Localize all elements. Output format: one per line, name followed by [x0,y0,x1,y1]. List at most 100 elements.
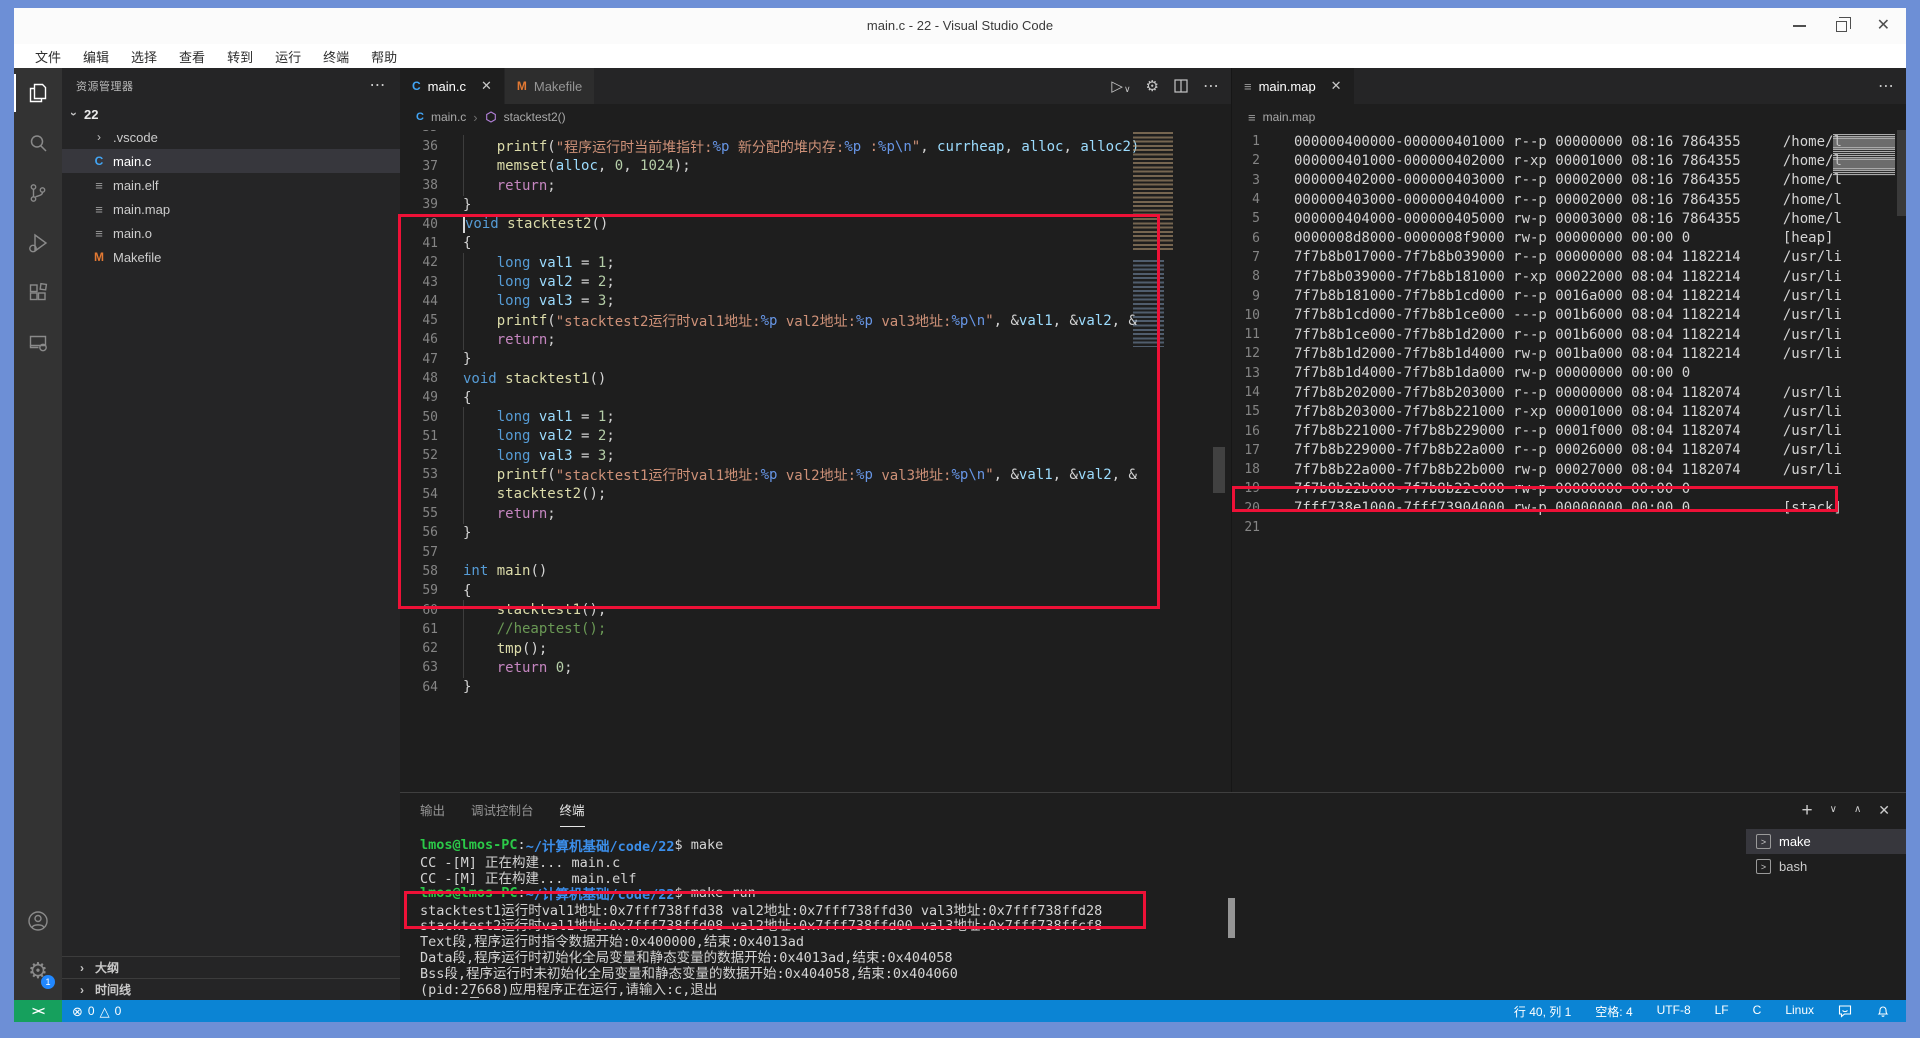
map-line[interactable]: 197f7b8b22b000-7f7b8b22c000 rw-p 0000000… [1232,479,1906,498]
config-gear-icon[interactable]: ⚙ [1146,77,1159,95]
code-line[interactable]: 47} [400,350,1147,369]
minimize-icon[interactable] [1793,25,1806,27]
code-line[interactable]: 63 return 0; [400,658,1147,677]
close-icon[interactable]: ✕ [1877,18,1890,34]
problems-status[interactable]: ⊗ 0 △ 0 [62,1004,121,1018]
file-item-Makefile[interactable]: MMakefile [62,245,400,269]
code-line[interactable]: 45 printf("stacktest2运行时val1地址:%p val2地址… [400,311,1147,330]
source-control-icon[interactable] [14,168,62,218]
file-item-.vscode[interactable]: ›.vscode [62,125,400,149]
more-actions-icon[interactable]: ⋯ [1203,76,1219,96]
code-line[interactable]: 43 long val2 = 2; [400,272,1147,291]
map-line[interactable]: 127f7b8b1d2000-7f7b8b1d4000 rw-p 001ba00… [1232,344,1906,363]
breadcrumb-file[interactable]: main.c [431,110,466,124]
map-line[interactable]: 87f7b8b039000-7f7b8b181000 r-xp 00022000… [1232,267,1906,286]
panel-tab[interactable]: 调试控制台 [471,793,534,827]
run-debug-icon[interactable] [14,218,62,268]
extensions-icon[interactable] [14,268,62,318]
code-editor[interactable]: 3536 printf("程序运行时当前堆指针:%p 新分配的堆内存:%p :%… [400,130,1231,792]
tab-close-icon[interactable]: ✕ [1331,78,1342,94]
timeline-section[interactable]: › 时间线 [62,978,400,1000]
code-line[interactable]: 38 return; [400,176,1147,195]
close-panel-icon[interactable]: ✕ [1878,803,1890,817]
map-line[interactable]: 5000000404000-000000405000 rw-p 00003000… [1232,209,1906,228]
code-line[interactable]: 48void stacktest1() [400,369,1147,388]
panel-tab[interactable]: 输出 [420,793,445,827]
more-actions-icon[interactable]: ⋯ [1878,76,1894,96]
code-line[interactable]: 60 stacktest1(); [400,600,1147,619]
breadcrumb[interactable]: C main.c › stacktest2() [400,104,1231,130]
explorer-icon[interactable] [14,68,62,118]
status-item[interactable]: LF [1715,1003,1729,1020]
map-line[interactable]: 177f7b8b229000-7f7b8b22a000 r--p 0002600… [1232,441,1906,460]
map-line[interactable]: 2000000401000-000000402000 r-xp 00001000… [1232,151,1906,170]
code-line[interactable]: 44 long val3 = 3; [400,292,1147,311]
code-line[interactable]: 61 //heaptest(); [400,620,1147,639]
file-item-main.o[interactable]: ≡main.o [62,221,400,245]
map-line[interactable]: 157f7b8b203000-7f7b8b221000 r-xp 0000100… [1232,402,1906,421]
minimap[interactable] [1833,134,1895,176]
status-item[interactable]: Linux [1785,1003,1814,1020]
code-line[interactable]: 53 printf("stacktest1运行时val1地址:%p val2地址… [400,465,1147,484]
terminal-content[interactable]: lmos@lmos-PC:~/计算机基础/code/22$ makeCC -[M… [420,837,1740,998]
code-line[interactable]: 51 long val2 = 2; [400,427,1147,446]
map-line[interactable]: 187f7b8b22a000-7f7b8b22b000 rw-p 0002700… [1232,460,1906,479]
feedback-icon[interactable] [1838,1004,1852,1018]
map-line[interactable]: 97f7b8b181000-7f7b8b1cd000 r--p 0016a000… [1232,286,1906,305]
code-line[interactable]: 40void stacktest2() [400,214,1147,233]
menu-item[interactable]: 文件 [24,47,72,66]
terminal-dropdown-icon[interactable]: ∨ [1830,805,1837,815]
scrollbar-thumb[interactable] [1213,447,1225,493]
code-line[interactable]: 59{ [400,581,1147,600]
status-item[interactable]: C [1753,1003,1762,1020]
map-line[interactable]: 147f7b8b202000-7f7b8b203000 r--p 0000000… [1232,383,1906,402]
file-item-main.elf[interactable]: ≡main.elf [62,173,400,197]
minimap[interactable] [1133,132,1179,347]
map-line[interactable]: 1000000400000-000000401000 r--p 00000000… [1232,132,1906,151]
map-line[interactable]: 4000000403000-000000404000 r--p 00002000… [1232,190,1906,209]
tab-close-icon[interactable]: ✕ [481,78,492,94]
search-icon[interactable] [14,118,62,168]
folder-root[interactable]: › 22 [62,103,400,125]
status-item[interactable]: 空格: 4 [1595,1003,1632,1020]
code-line[interactable]: 55 return; [400,504,1147,523]
scrollbar-thumb[interactable] [1228,898,1235,938]
code-line[interactable]: 39} [400,195,1147,214]
remote-explorer-icon[interactable] [14,318,62,368]
tab-main-c[interactable]: C main.c ✕ [400,68,505,104]
breadcrumb-file[interactable]: main.map [1263,110,1316,124]
menu-item[interactable]: 选择 [120,47,168,66]
menu-item[interactable]: 终端 [312,47,360,66]
code-line[interactable]: 52 long val3 = 3; [400,446,1147,465]
tab-main-map[interactable]: ≡ main.map ✕ [1232,68,1355,104]
scrollbar-thumb[interactable] [1897,130,1906,216]
panel-tab[interactable]: 终端 [560,793,585,827]
code-line[interactable]: 58int main() [400,562,1147,581]
code-line[interactable]: 57 [400,543,1147,562]
code-line[interactable]: 41{ [400,234,1147,253]
code-line[interactable]: 46 return; [400,330,1147,349]
code-line[interactable]: 54 stacktest2(); [400,485,1147,504]
status-item[interactable]: 行 40, 列 1 [1514,1003,1571,1020]
notifications-bell-icon[interactable] [1876,1004,1890,1018]
code-line[interactable]: 56} [400,523,1147,542]
map-line[interactable]: 60000008d8000-0000008f9000 rw-p 00000000… [1232,228,1906,247]
new-terminal-icon[interactable]: + [1802,801,1813,820]
code-line[interactable]: 42 long val1 = 1; [400,253,1147,272]
terminal-list-item[interactable]: >bash [1746,854,1906,879]
map-line[interactable]: 167f7b8b221000-7f7b8b229000 r--p 0001f00… [1232,421,1906,440]
menu-item[interactable]: 查看 [168,47,216,66]
map-line[interactable]: 3000000402000-000000403000 r--p 00002000… [1232,171,1906,190]
file-item-main.map[interactable]: ≡main.map [62,197,400,221]
map-line[interactable]: 21 [1232,518,1906,537]
map-editor[interactable]: 1000000400000-000000401000 r--p 00000000… [1232,130,1906,792]
outline-section[interactable]: › 大纲 [62,956,400,978]
menu-item[interactable]: 帮助 [360,47,408,66]
terminal-list-item[interactable]: >make [1746,829,1906,854]
menu-item[interactable]: 编辑 [72,47,120,66]
code-line[interactable]: 62 tmp(); [400,639,1147,658]
status-item[interactable]: UTF-8 [1657,1003,1691,1020]
maximize-icon[interactable] [1836,21,1847,32]
breadcrumb-symbol[interactable]: stacktest2() [504,110,566,124]
menu-item[interactable]: 运行 [264,47,312,66]
